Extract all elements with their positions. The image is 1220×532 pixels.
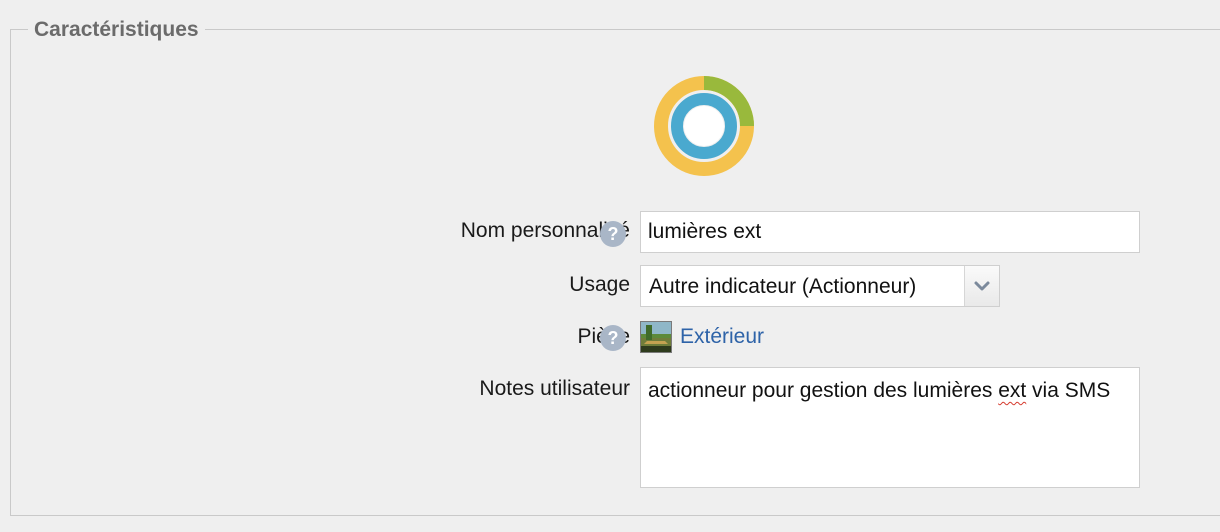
garden-room-icon: [640, 321, 672, 353]
help-icon[interactable]: ?: [599, 220, 627, 248]
notes-text-after: via SMS: [1026, 379, 1111, 402]
room-link[interactable]: Extérieur: [680, 323, 764, 351]
usage-select[interactable]: Autre indicateur (Actionneur): [640, 265, 1000, 307]
notes-label: Notes utilisateur: [479, 377, 630, 400]
svg-text:?: ?: [608, 328, 619, 348]
section-legend: Caractéristiques: [28, 16, 205, 44]
usage-selected-value: Autre indicateur (Actionneur): [649, 275, 917, 298]
help-icon[interactable]: ?: [599, 324, 627, 352]
svg-text:?: ?: [608, 224, 619, 244]
ring-status-icon: [654, 76, 754, 176]
chevron-down-icon[interactable]: [964, 266, 999, 306]
notes-text-before: actionneur pour gestion des lumières: [648, 379, 999, 402]
name-input[interactable]: lumières ext: [640, 211, 1140, 253]
notes-textarea[interactable]: actionneur pour gestion des lumières ext…: [640, 367, 1140, 488]
usage-label: Usage: [569, 273, 630, 296]
notes-misspelled-word: ext: [998, 379, 1027, 402]
